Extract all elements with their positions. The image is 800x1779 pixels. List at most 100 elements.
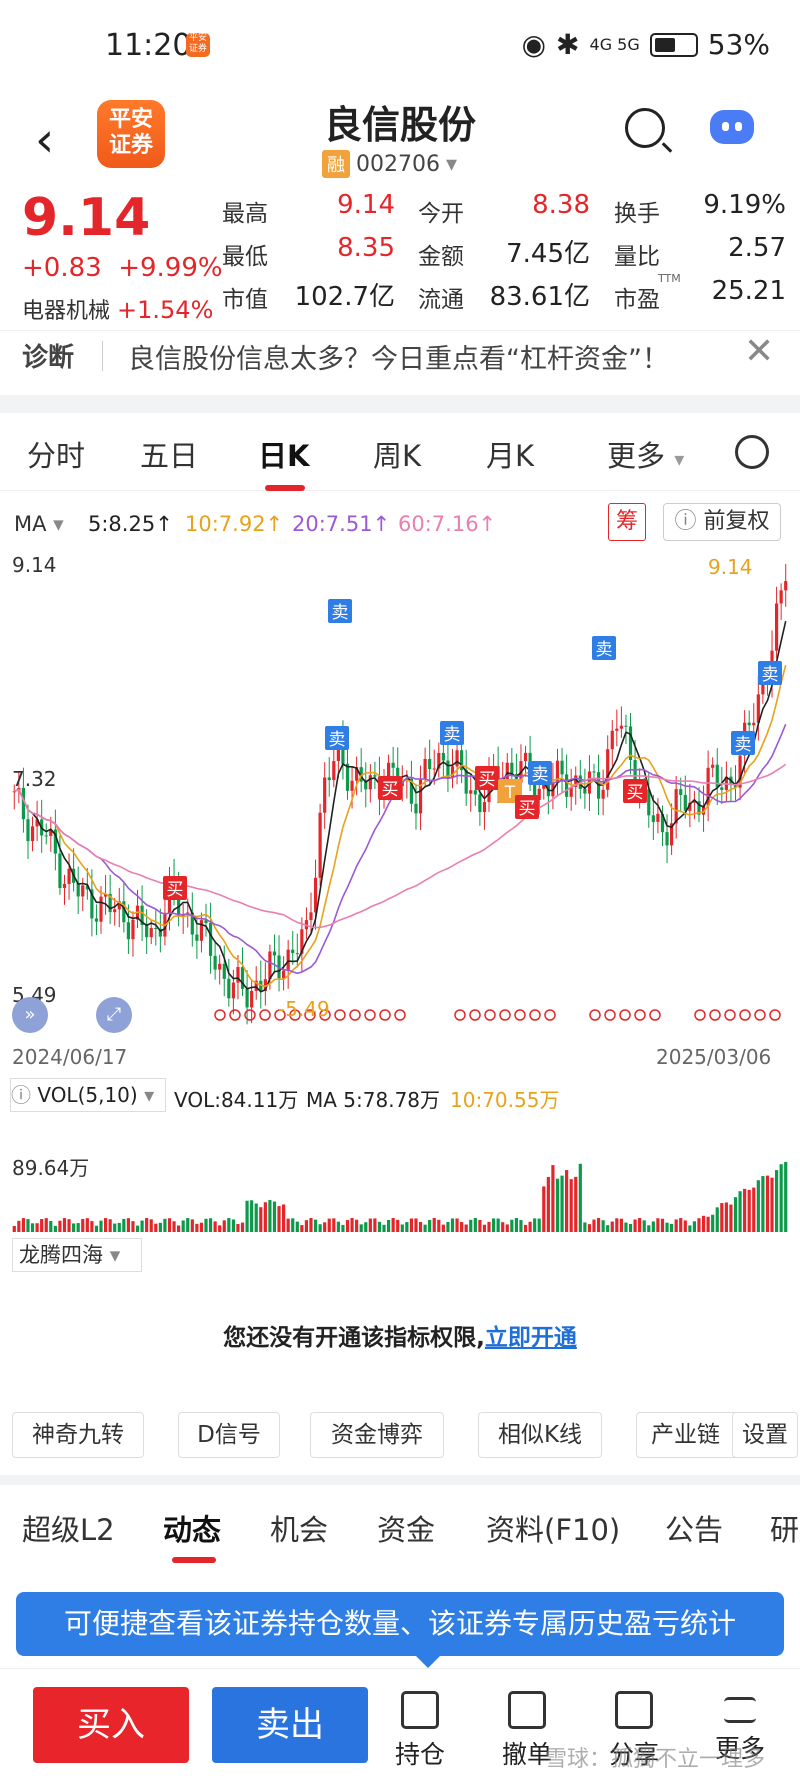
tab-daily-k[interactable]: 日K bbox=[258, 433, 309, 475]
candle-body bbox=[505, 762, 509, 781]
settings-button[interactable]: 设置 bbox=[732, 1412, 798, 1458]
volume-bar bbox=[501, 1222, 505, 1232]
period-tabs: 分时 五日 日K 周K 月K 更多 ▾ bbox=[0, 415, 800, 491]
star-marker bbox=[484, 1009, 496, 1021]
candle-body bbox=[149, 928, 153, 938]
tool-button-capital-game[interactable]: 资金博弈 bbox=[310, 1412, 444, 1458]
star-marker bbox=[499, 1009, 511, 1021]
volume-bar bbox=[779, 1164, 783, 1232]
watermark: 雪球：孤獨不立一理多 bbox=[545, 1747, 766, 1772]
buy-button[interactable]: 买入 bbox=[33, 1687, 189, 1763]
tab-monthly-k[interactable]: 月K bbox=[486, 433, 534, 475]
gear-icon[interactable] bbox=[735, 435, 769, 469]
candle-body bbox=[291, 949, 295, 954]
candle-body bbox=[441, 752, 445, 761]
tab-super-l2[interactable]: 超级L2 bbox=[22, 1507, 115, 1549]
candle-body bbox=[446, 760, 450, 778]
tab-f10[interactable]: 资料(F10) bbox=[486, 1507, 620, 1549]
candle-body bbox=[282, 970, 286, 979]
tab-announcements[interactable]: 公告 bbox=[665, 1507, 723, 1549]
volume-bar bbox=[510, 1219, 514, 1232]
volume-bar bbox=[391, 1218, 395, 1232]
indicator-selector[interactable]: 龙腾四海 ▾ bbox=[12, 1238, 142, 1272]
tool-button-d-signal[interactable]: D信号 bbox=[178, 1412, 280, 1458]
volume-bar bbox=[140, 1220, 144, 1232]
candle-body bbox=[478, 794, 482, 813]
star-marker bbox=[454, 1009, 466, 1021]
volume-bar bbox=[647, 1225, 651, 1232]
tab-wuri[interactable]: 五日 bbox=[140, 433, 198, 475]
close-icon[interactable]: ✕ bbox=[744, 331, 774, 372]
quote-label: 量比 bbox=[614, 244, 660, 270]
candle-body bbox=[774, 603, 779, 651]
kline-chart[interactable]: 卖卖买卖买买T买卖卖买卖卖 9.14 7.32 5.49 9.14 -5.49 … bbox=[0, 545, 800, 1075]
volume-bar bbox=[108, 1219, 112, 1232]
volume-bar bbox=[236, 1223, 240, 1232]
candle-body bbox=[560, 760, 564, 775]
quote-label: 最高 bbox=[222, 201, 268, 227]
stock-code-selector[interactable]: 融 002706 ▾ bbox=[322, 150, 457, 178]
volume-bar bbox=[373, 1218, 377, 1232]
volume-bar bbox=[592, 1219, 596, 1232]
candle-body bbox=[455, 750, 459, 767]
tool-button-jiuzhuan[interactable]: 神奇九转 bbox=[12, 1412, 144, 1458]
volume-bar bbox=[30, 1223, 35, 1232]
tab-weekly-k[interactable]: 周K bbox=[373, 433, 421, 475]
volume-bar bbox=[628, 1224, 633, 1232]
volume-bar bbox=[701, 1215, 706, 1232]
tab-funds[interactable]: 资金 bbox=[377, 1507, 435, 1549]
tab-more[interactable]: 更多 ▾ bbox=[607, 433, 684, 475]
volume-bar bbox=[76, 1223, 80, 1232]
tab-opportunity[interactable]: 机会 bbox=[270, 1507, 328, 1549]
sector-change[interactable]: 电器机械 +1.54% bbox=[22, 293, 213, 325]
candle-body bbox=[542, 785, 546, 789]
candle-body bbox=[113, 909, 117, 913]
star-marker bbox=[649, 1009, 661, 1021]
volume-bar bbox=[167, 1218, 172, 1232]
ma-selector[interactable]: MA ▾ bbox=[14, 512, 64, 536]
tab-dynamics[interactable]: 动态 bbox=[163, 1507, 221, 1549]
volume-bar bbox=[49, 1220, 53, 1232]
fullscreen-icon[interactable]: ⤢ bbox=[96, 997, 132, 1033]
volume-bar bbox=[21, 1218, 26, 1232]
volume-bar bbox=[318, 1224, 322, 1232]
volume-bar bbox=[491, 1218, 496, 1232]
chip-button[interactable]: 筹 bbox=[608, 503, 646, 541]
candle-body bbox=[720, 787, 724, 790]
tab-research[interactable]: 研 bbox=[770, 1507, 799, 1549]
tool-button-industry-chain[interactable]: 产业链 bbox=[636, 1412, 741, 1458]
volume-bar bbox=[355, 1219, 359, 1232]
tool-button-similar-k[interactable]: 相似K线 bbox=[478, 1412, 602, 1458]
search-icon[interactable] bbox=[625, 108, 665, 148]
volume-bar bbox=[683, 1220, 687, 1232]
candle-body bbox=[350, 780, 354, 791]
star-marker bbox=[739, 1009, 751, 1021]
volume-bar bbox=[583, 1222, 587, 1232]
candle-body bbox=[76, 882, 80, 897]
candle-body bbox=[624, 725, 628, 727]
feature-tooltip[interactable]: 可便捷查看该证券持仓数量、该证券专属历史盈亏统计 bbox=[16, 1592, 784, 1668]
volume-bar bbox=[323, 1222, 327, 1232]
volume-bar bbox=[345, 1220, 350, 1232]
volume-bar bbox=[624, 1222, 628, 1232]
volume-bar bbox=[17, 1220, 21, 1232]
holdings-button[interactable]: 持仓 bbox=[380, 1691, 460, 1771]
volume-bar bbox=[350, 1218, 354, 1232]
tab-fenshi[interactable]: 分时 bbox=[27, 433, 85, 475]
diagnosis-banner[interactable]: 诊断 良信股份信息太多？今日重点看“杠杆资金”！ ✕ bbox=[0, 330, 800, 381]
volume-bar bbox=[656, 1218, 660, 1232]
open-permission-link[interactable]: 立即开通 bbox=[485, 1325, 577, 1351]
volume-bar bbox=[272, 1201, 277, 1232]
sell-button[interactable]: 卖出 bbox=[212, 1687, 368, 1763]
volume-bar bbox=[359, 1224, 363, 1232]
expand-left-icon[interactable]: » bbox=[12, 997, 48, 1033]
adjust-button[interactable]: ⓘ 前复权 bbox=[663, 503, 781, 541]
vol-selector[interactable]: ⓘ VOL(5,10) ▾ bbox=[10, 1078, 166, 1112]
candle-body bbox=[318, 812, 322, 878]
high-marker: 9.14 bbox=[708, 555, 753, 579]
volume-bar bbox=[122, 1218, 126, 1232]
candle-body bbox=[145, 925, 149, 938]
volume-bar bbox=[81, 1218, 85, 1232]
share-icon bbox=[615, 1691, 653, 1729]
robot-icon[interactable] bbox=[710, 110, 754, 144]
